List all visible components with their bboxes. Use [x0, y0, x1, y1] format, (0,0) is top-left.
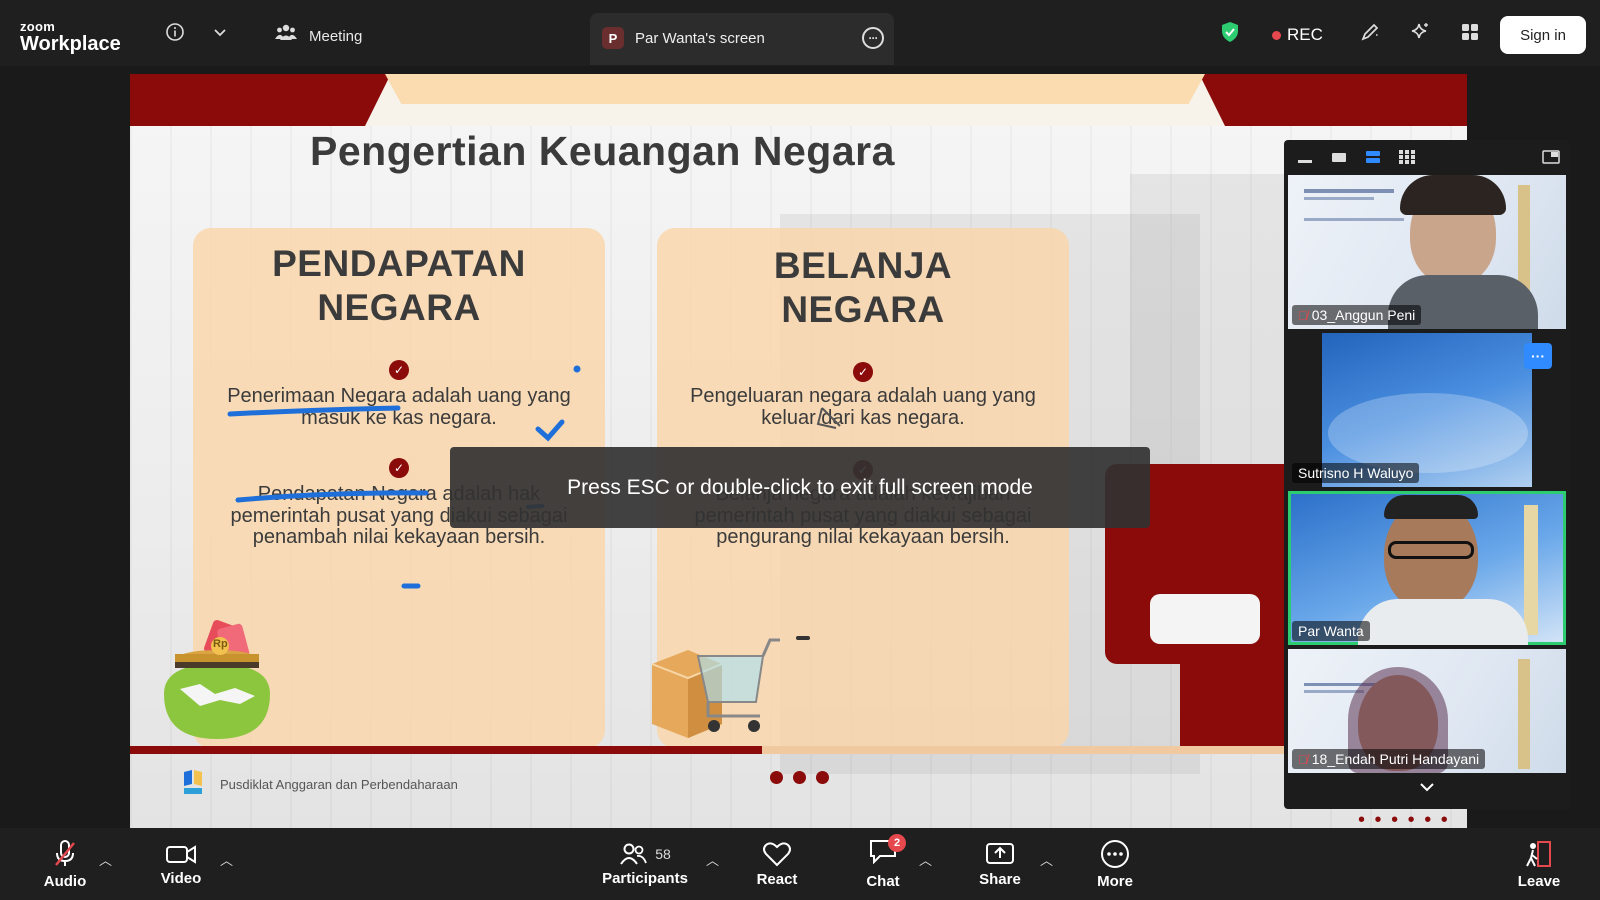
- virtual-background-text: [1304, 183, 1414, 233]
- react-button[interactable]: React: [752, 828, 802, 900]
- speaker-view-icon[interactable]: [1330, 149, 1348, 165]
- share-options-caret-icon[interactable]: ︿: [1040, 850, 1053, 869]
- video-gallery-panel: 🎙̸ 03_Anggun Peni ··· Sutrisno H Waluyo …: [1284, 140, 1570, 809]
- logo-line2: Workplace: [20, 33, 121, 55]
- participant-glasses: [1388, 541, 1474, 559]
- logo-line1: zoom: [20, 19, 56, 34]
- participants-button[interactable]: 58 Participants: [600, 828, 690, 900]
- exit-video-panel-icon[interactable]: [1542, 149, 1560, 165]
- chat-label: Chat: [866, 873, 900, 890]
- audio-options-caret-icon[interactable]: ︿: [99, 850, 112, 869]
- tile-more-options-icon[interactable]: ···: [1524, 343, 1552, 369]
- video-button[interactable]: Video: [156, 828, 206, 900]
- mic-muted-icon: [55, 839, 75, 866]
- video-tile-active-speaker[interactable]: Par Wanta: [1288, 491, 1566, 645]
- slide-footer-text: Pusdiklat Anggaran dan Perbendaharaan: [220, 777, 458, 792]
- rec-dot-icon: [1272, 30, 1281, 40]
- sharer-avatar: P: [602, 27, 624, 49]
- minimize-video-icon[interactable]: [1296, 149, 1314, 165]
- security-shield-icon[interactable]: [1218, 20, 1242, 44]
- rupiah-coin-label: Rp: [213, 638, 228, 650]
- rec-label: REC: [1287, 25, 1323, 44]
- video-tile[interactable]: 🎙̸ 03_Anggun Peni: [1288, 175, 1566, 329]
- participant-hair: [1400, 175, 1506, 215]
- participant-name-tag: 🎙̸ 03_Anggun Peni: [1292, 305, 1422, 325]
- meeting-controls-bar: Audio ︿ Video ︿ 58 Participants ︿ React: [0, 828, 1600, 900]
- shared-screen-label: Par Wanta's screen: [635, 30, 765, 47]
- top-toolbar: zoom Workplace Meeting P Par Wanta's scr…: [0, 0, 1600, 66]
- mic-muted-icon: 🎙̸: [1298, 307, 1308, 323]
- meeting-label[interactable]: Meeting: [309, 28, 362, 45]
- heart-icon: [763, 841, 791, 866]
- participant-name-tag: Sutrisno H Waluyo: [1292, 463, 1420, 483]
- chevron-down-icon[interactable]: [208, 20, 232, 44]
- chat-unread-badge: 2: [888, 834, 906, 852]
- page-dot: [816, 771, 829, 784]
- audio-label: Audio: [43, 872, 87, 890]
- more-label: More: [1097, 872, 1133, 890]
- react-label: React: [756, 870, 798, 888]
- share-button[interactable]: Share: [975, 828, 1025, 900]
- participant-hair: [1384, 495, 1478, 519]
- participant-name: Sutrisno H Waluyo: [1298, 465, 1414, 481]
- video-tile[interactable]: 🎙̸ 18_Endah Putri Handayani: [1288, 649, 1566, 773]
- participants-options-caret-icon[interactable]: ︿: [706, 850, 719, 869]
- annotate-pen-icon[interactable]: [1358, 20, 1382, 44]
- background-monument: [1524, 505, 1538, 635]
- zoom-logo: zoom Workplace: [20, 20, 121, 54]
- scroll-down-chevron-icon[interactable]: [1414, 777, 1440, 797]
- video-camera-icon: [166, 844, 196, 864]
- background-cloud: [1328, 393, 1528, 473]
- more-button[interactable]: More: [1090, 828, 1140, 900]
- leave-door-icon: [1526, 840, 1551, 867]
- apps-grid-icon[interactable]: [1458, 20, 1482, 44]
- participant-name: 18_Endah Putri Handayani: [1311, 751, 1480, 767]
- mic-muted-icon: 🎙̸: [1298, 751, 1308, 767]
- shopping-cart-illustration: [651, 638, 780, 738]
- participants-label: Participants: [602, 869, 688, 887]
- video-options-caret-icon[interactable]: ︿: [220, 850, 233, 869]
- more-ellipsis-icon: [1101, 839, 1129, 868]
- shared-screen-tab[interactable]: P Par Wanta's screen ···: [590, 13, 894, 65]
- recording-indicator[interactable]: REC: [1272, 25, 1323, 45]
- gallery-view-icon[interactable]: [1398, 149, 1416, 165]
- video-label: Video: [160, 869, 202, 887]
- page-dot: [793, 771, 806, 784]
- fullscreen-exit-hint: Press ESC or double-click to exit full s…: [450, 447, 1150, 528]
- participant-name-tag: 🎙̸ 18_Endah Putri Handayani: [1292, 749, 1486, 769]
- share-label: Share: [979, 870, 1021, 888]
- participants-icon: [620, 843, 648, 865]
- sign-in-button[interactable]: Sign in: [1500, 16, 1586, 54]
- chat-options-caret-icon[interactable]: ︿: [919, 850, 932, 869]
- ai-companion-sparkle-icon[interactable]: [1408, 20, 1432, 44]
- participant-name: 03_Anggun Peni: [1311, 307, 1416, 323]
- leave-label: Leave: [1517, 872, 1561, 890]
- page-dot: [770, 771, 783, 784]
- strip-view-icon[interactable]: [1364, 149, 1382, 165]
- money-pot-illustration: [164, 620, 270, 739]
- audio-button[interactable]: Audio: [40, 828, 90, 900]
- background-monument: [1518, 659, 1530, 769]
- participant-name: Par Wanta: [1298, 623, 1364, 639]
- leave-button[interactable]: Leave: [1514, 828, 1564, 900]
- pusdiklat-logo-icon: [184, 770, 202, 794]
- participant-name-tag: Par Wanta: [1292, 621, 1370, 641]
- info-icon[interactable]: [163, 20, 187, 44]
- participant-shirt: [1358, 599, 1528, 645]
- chat-button[interactable]: 2 Chat: [858, 828, 908, 900]
- share-screen-icon: [986, 842, 1014, 864]
- video-panel-controls: [1284, 140, 1570, 175]
- participants-count: 58: [655, 845, 671, 862]
- meeting-people-icon[interactable]: [274, 20, 298, 44]
- video-tile[interactable]: ··· Sutrisno H Waluyo: [1288, 333, 1566, 487]
- slide-footer-progress: [130, 746, 762, 754]
- slide-page-dots: [770, 771, 829, 784]
- more-options-icon[interactable]: ···: [862, 27, 884, 49]
